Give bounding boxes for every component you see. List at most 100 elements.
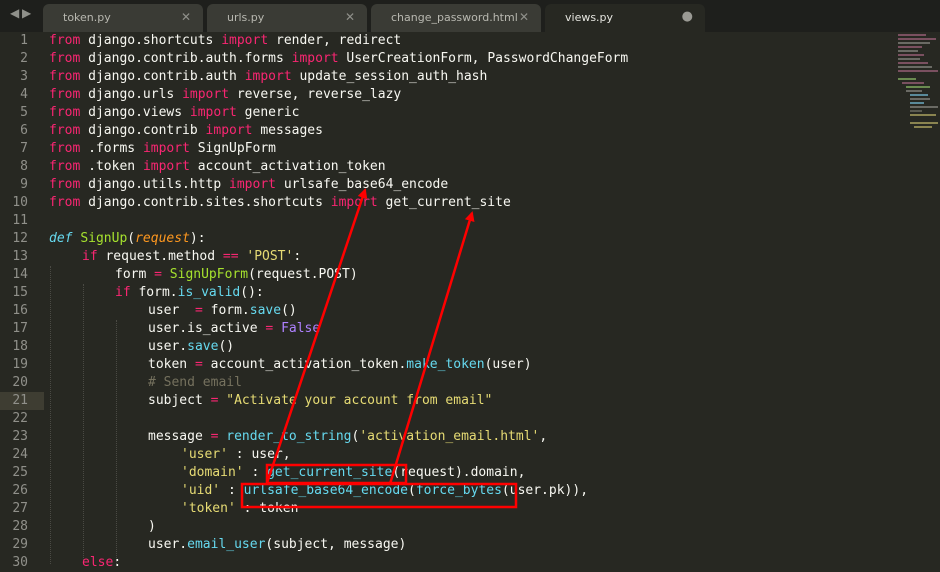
expr: user.is_active	[148, 321, 266, 336]
operator: =	[154, 267, 162, 282]
expr: (request).domain,	[392, 465, 526, 480]
unsaved-dot-icon[interactable]: ●	[682, 9, 693, 24]
line-number: 27	[12, 501, 28, 516]
code-line: if form.is_valid():	[115, 284, 264, 302]
expr: form	[115, 267, 155, 282]
line-number: 21	[12, 393, 28, 408]
keyword: import	[244, 69, 292, 84]
code-line: else:	[82, 554, 121, 572]
code-line: if request.method == 'POST':	[82, 248, 301, 266]
names: messages	[252, 123, 323, 138]
expr: (user.pk)),	[501, 483, 589, 498]
line-number: 15	[12, 285, 28, 300]
code-line: form = SignUpForm(request.POST)	[115, 266, 358, 284]
line-number: 6	[20, 123, 28, 138]
code-line: user = form.save()	[148, 302, 297, 320]
tab-label: urls.py	[227, 11, 265, 24]
close-icon[interactable]: ✕	[519, 10, 529, 24]
code-line: user.save()	[148, 338, 234, 356]
expr: request.method	[97, 249, 223, 264]
tab-change-password-html[interactable]: change_password.html ✕	[371, 4, 541, 32]
parameter: request	[135, 231, 190, 246]
module: django.contrib.auth.forms	[80, 51, 292, 66]
minimap[interactable]	[896, 32, 940, 132]
paren: (	[127, 231, 136, 246]
indent-guide	[116, 320, 117, 564]
expr: form.	[130, 285, 178, 300]
module: django.utils.http	[80, 177, 230, 192]
line-number-gutter: 1 2 3 4 5 6 7 8 9 10 11 12 13 14 15 16 1…	[0, 32, 44, 570]
close-icon[interactable]: ✕	[181, 10, 191, 24]
comment: # Send email	[148, 375, 242, 390]
line-number: 28	[12, 519, 28, 534]
line-number: 19	[12, 357, 28, 372]
operator: =	[194, 357, 203, 372]
keyword: if	[82, 249, 98, 264]
close-icon[interactable]: ✕	[345, 10, 355, 24]
expr: (subject, message)	[265, 537, 407, 552]
names: UserCreationForm, PasswordChangeForm	[338, 51, 629, 66]
line-number: 12	[12, 231, 28, 246]
line-number: 23	[12, 429, 28, 444]
tab-views-py[interactable]: views.py ●	[545, 4, 705, 32]
code-line: from django.contrib.sites.shortcuts impo…	[49, 194, 511, 212]
tab-scroll-left-icon[interactable]: ◀	[10, 6, 19, 20]
punct: ,	[539, 429, 548, 444]
tab-urls-py[interactable]: urls.py ✕	[207, 4, 367, 32]
keyword: from	[49, 105, 81, 120]
module: .token	[80, 159, 143, 174]
code-line: )	[148, 518, 156, 536]
module: django.contrib.sites.shortcuts	[80, 195, 331, 210]
code-line: from django.views import generic	[49, 104, 299, 122]
line-number: 22	[12, 411, 28, 426]
code-line: 'user' : user,	[181, 446, 291, 464]
line-number: 29	[12, 537, 28, 552]
line-number: 9	[20, 177, 28, 192]
line-number: 18	[12, 339, 28, 354]
line-number: 20	[12, 375, 28, 390]
line-number: 2	[20, 51, 28, 66]
keyword: from	[49, 141, 81, 156]
paren: (	[408, 483, 416, 498]
code-line: from .forms import SignUpForm	[49, 140, 276, 158]
line-number: 10	[12, 195, 28, 210]
method: save	[249, 303, 282, 318]
line-number: 24	[12, 447, 28, 462]
line-number: 16	[12, 303, 28, 318]
expr: account_activation_token.	[202, 357, 407, 372]
keyword: import	[330, 195, 378, 210]
code-line: from django.contrib.auth.forms import Us…	[49, 50, 628, 68]
tab-scroll-right-icon[interactable]: ▶	[22, 6, 31, 20]
line-number: 3	[20, 69, 28, 84]
code-line: from django.utils.http import urlsafe_ba…	[49, 176, 448, 194]
keyword: else	[82, 555, 114, 570]
names: urlsafe_base64_encode	[276, 177, 449, 192]
module: django.contrib	[80, 123, 206, 138]
expr: message	[148, 429, 211, 444]
names: generic	[236, 105, 300, 120]
keyword: from	[49, 51, 81, 66]
indent-guide	[83, 284, 84, 564]
names: get_current_site	[377, 195, 511, 210]
line-number: 30	[12, 555, 28, 570]
expr: : user,	[227, 447, 291, 462]
code-line: 'token' : token	[181, 500, 298, 518]
keyword: import	[189, 105, 237, 120]
expr: user.	[148, 339, 188, 354]
call: render_to_string	[226, 429, 352, 444]
names: render, redirect	[268, 33, 402, 48]
keyword: from	[49, 159, 81, 174]
code-line: message = render_to_string('activation_e…	[148, 428, 547, 446]
module: .forms	[80, 141, 143, 156]
line-number: 13	[12, 249, 28, 264]
call: urlsafe_base64_encode	[243, 483, 408, 498]
keyword: from	[49, 33, 81, 48]
tab-token-py[interactable]: token.py ✕	[43, 4, 203, 32]
constant: False	[281, 321, 321, 336]
line-number: 4	[20, 87, 28, 102]
punct: :	[293, 249, 302, 264]
string: 'user'	[181, 447, 228, 462]
keyword: import	[142, 159, 190, 174]
line-number: 8	[20, 159, 28, 174]
